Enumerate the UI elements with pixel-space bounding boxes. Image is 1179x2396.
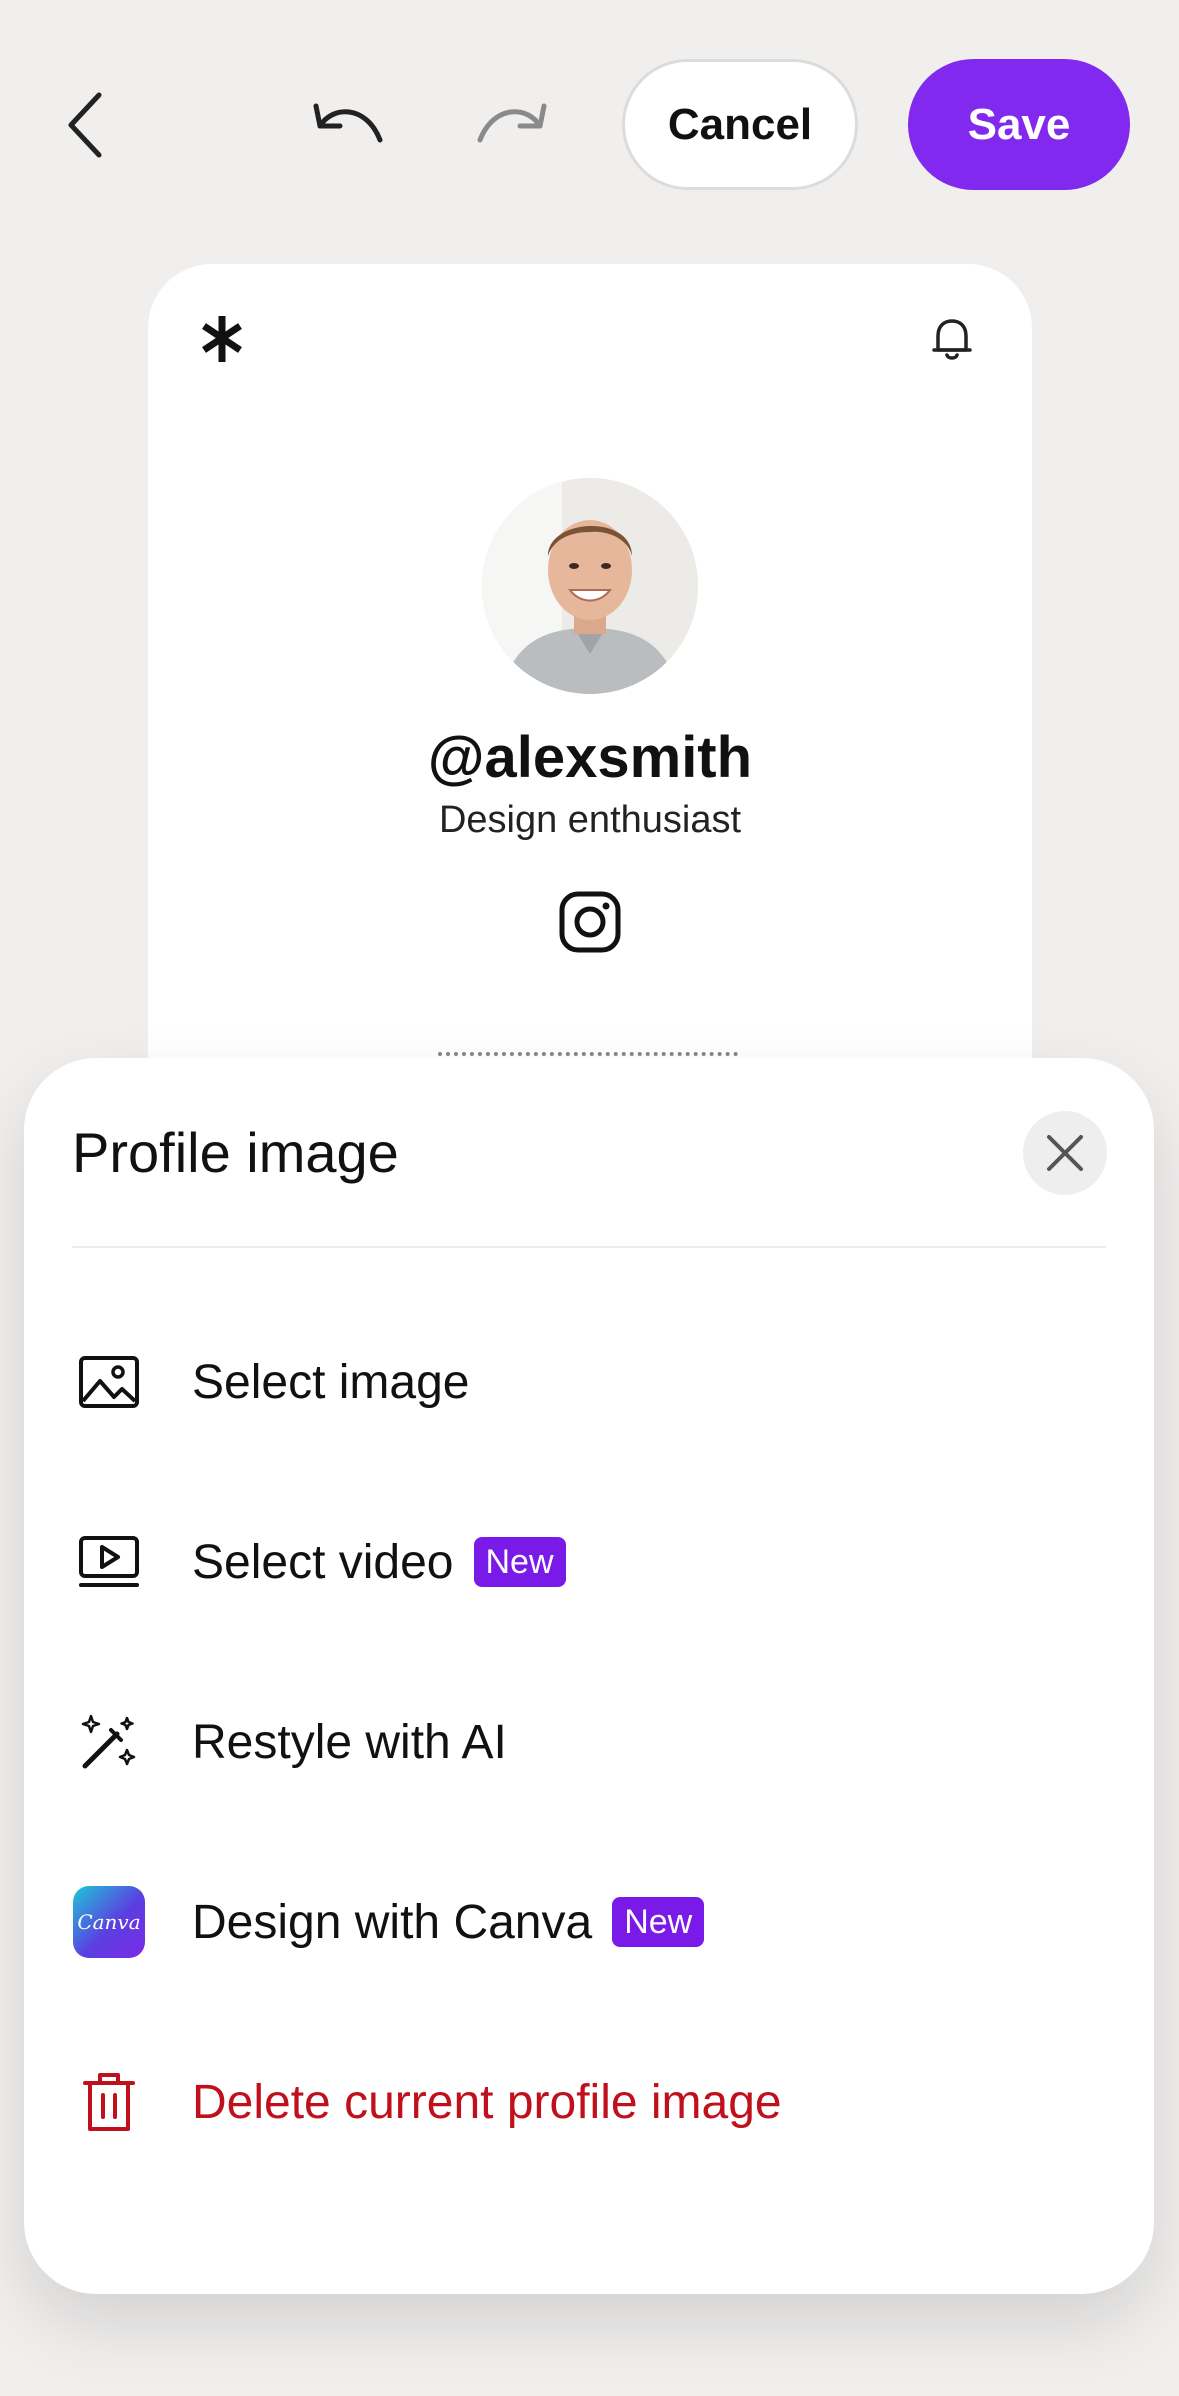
- instagram-icon[interactable]: [558, 890, 622, 954]
- trash-icon: [72, 2065, 146, 2139]
- new-badge: New: [612, 1897, 705, 1947]
- option-label: Design with Canva: [192, 1895, 593, 1949]
- chevron-left-icon: [68, 92, 102, 158]
- top-toolbar: Cancel Save: [0, 0, 1179, 250]
- sheet-title: Profile image: [72, 1121, 399, 1184]
- video-icon: [72, 1525, 146, 1599]
- avatar: [482, 478, 698, 694]
- undo-button[interactable]: [300, 85, 400, 165]
- close-button[interactable]: [1023, 1111, 1107, 1195]
- bell-icon[interactable]: [930, 316, 974, 362]
- profile-image-sheet: Profile image Select image Select video: [24, 1058, 1154, 2294]
- back-button[interactable]: [50, 80, 120, 170]
- canva-logo-icon: Canva: [73, 1886, 145, 1958]
- close-icon: [1047, 1135, 1083, 1171]
- profile-bio: Design enthusiast: [438, 799, 742, 841]
- option-select-image[interactable]: Select image: [72, 1312, 1106, 1452]
- asterisk-logo-icon: [202, 316, 242, 362]
- option-label: Select image: [192, 1355, 470, 1409]
- magic-wand-icon: [72, 1705, 146, 1779]
- divider: [72, 1246, 1106, 1248]
- option-design-canva[interactable]: Canva Design with Canva New: [72, 1852, 1106, 1992]
- redo-icon: [477, 103, 547, 143]
- profile-preview-card: @alexsmith Design enthusiast: [148, 264, 1032, 1084]
- option-label: Select video: [192, 1535, 454, 1589]
- profile-username: @alexsmith: [427, 725, 753, 790]
- option-restyle-ai[interactable]: Restyle with AI: [72, 1672, 1106, 1812]
- undo-icon: [313, 103, 383, 143]
- option-label: Delete current profile image: [192, 2075, 782, 2129]
- redo-button[interactable]: [460, 85, 560, 165]
- image-icon: [72, 1345, 146, 1419]
- cancel-button[interactable]: Cancel: [622, 59, 858, 190]
- save-button[interactable]: Save: [908, 59, 1130, 190]
- option-label: Restyle with AI: [192, 1715, 507, 1769]
- option-select-video[interactable]: Select video New: [72, 1492, 1106, 1632]
- canva-logo-text: Canva: [77, 1910, 141, 1934]
- new-badge: New: [473, 1537, 566, 1587]
- option-delete-image[interactable]: Delete current profile image: [72, 2032, 1106, 2172]
